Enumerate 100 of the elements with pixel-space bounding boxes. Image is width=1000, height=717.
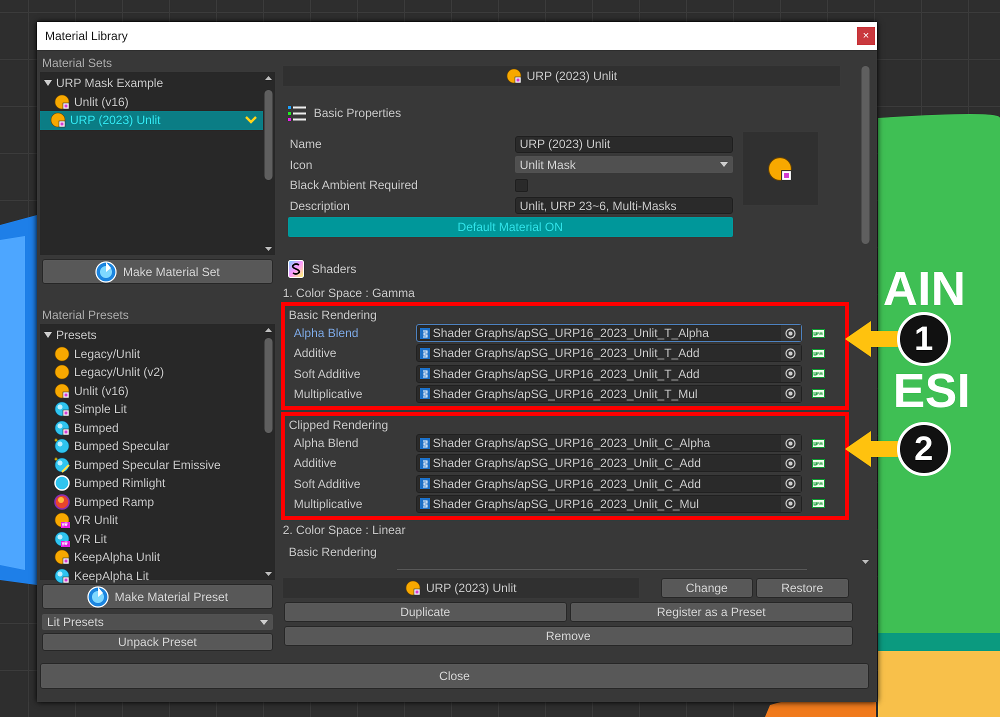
object-picker-icon[interactable]: [785, 478, 796, 490]
shader-graph-icon[interactable]: [812, 348, 825, 358]
shader-file-icon: [420, 478, 430, 490]
shader-field[interactable]: Shader Graphs/apSG_URP16_2023_Unlit_T_Add: [416, 344, 802, 362]
shader-file-icon: [420, 328, 430, 339]
dropdown[interactable]: Lit Presets: [42, 614, 273, 630]
canvas-title-text: ESI: [893, 368, 970, 416]
tree-item[interactable]: Unlit (v16): [44, 382, 275, 400]
section-title: Basic Properties: [314, 105, 402, 122]
tree-group-label[interactable]: Presets: [56, 326, 97, 344]
section-label: Material Presets: [42, 307, 129, 324]
shader-graph-icon[interactable]: [812, 389, 825, 398]
action-button[interactable]: Remove: [284, 626, 853, 646]
shader-field[interactable]: Shader Graphs/apSG_URP16_2023_Unlit_T_Mul: [416, 384, 802, 403]
object-picker-icon[interactable]: [785, 438, 796, 449]
action-button[interactable]: Duplicate: [284, 602, 567, 622]
shader-graph-icon[interactable]: [812, 499, 825, 508]
dropdown[interactable]: Unlit Mask: [514, 156, 733, 174]
field-label: Black Ambient Required: [288, 177, 419, 194]
material-icon: [54, 94, 70, 110]
action-button[interactable]: Change: [660, 578, 753, 598]
canvas-title-text: AIN: [883, 266, 966, 314]
expand-arrow-icon[interactable]: [44, 79, 52, 88]
make-button[interactable]: Make Material Preset: [42, 584, 273, 609]
material-icon: [54, 420, 70, 436]
shader-file-icon: [420, 438, 430, 449]
group-title: Clipped Rendering: [288, 416, 388, 434]
action-button[interactable]: Register as a Preset: [570, 602, 853, 622]
tree-item[interactable]: Bumped Ramp: [44, 492, 275, 511]
shader-file-icon: [420, 388, 430, 400]
color-space-title: 1. Color Space : Gamma: [282, 285, 415, 302]
close-dialog-button[interactable]: Close: [40, 663, 869, 689]
tree-item[interactable]: Bumped Specular: [44, 437, 275, 456]
shader-label: Multiplicative: [292, 496, 364, 513]
object-picker-icon[interactable]: [785, 348, 796, 359]
shader-label: Soft Additive: [292, 476, 362, 493]
group-title: Basic Rendering: [288, 544, 377, 560]
window-title: Material Library: [45, 28, 128, 45]
callout-arrow: [844, 319, 901, 359]
caret-icon: [720, 162, 728, 168]
shader-label: Multiplicative: [292, 386, 364, 403]
tree-item[interactable]: Unlit (v16): [44, 92, 275, 111]
color-space-title: 2. Color Space : Linear: [282, 522, 406, 539]
tree-item[interactable]: KeepAlpha Lit: [44, 566, 275, 585]
text-field[interactable]: Unlit, URP 23~6, Multi-Masks: [514, 197, 733, 214]
unpack-button[interactable]: Unpack Preset: [42, 633, 273, 651]
tree-item[interactable]: KeepAlpha Unlit: [44, 548, 275, 566]
section-label: Material Sets: [42, 55, 112, 72]
checkbox[interactable]: [514, 178, 528, 192]
tree-item[interactable]: Simple Lit: [44, 400, 275, 418]
field-label: Description: [288, 198, 351, 215]
object-picker-icon[interactable]: [785, 328, 796, 339]
object-picker-icon[interactable]: [785, 498, 796, 510]
object-picker-icon[interactable]: [785, 368, 796, 380]
selection-title: URP (2023) Unlit: [426, 580, 516, 597]
shader-field[interactable]: Shader Graphs/apSG_URP16_2023_Unlit_T_Alpha: [416, 324, 802, 342]
shader-field[interactable]: Shader Graphs/apSG_URP16_2023_Unlit_C_Add: [416, 454, 802, 472]
shader-graph-icon[interactable]: [812, 328, 825, 338]
shader-file-icon: [420, 348, 430, 359]
tree-item[interactable]: VR Lit: [44, 530, 275, 548]
make-button[interactable]: Make Material Set: [42, 259, 273, 284]
material-icon: [54, 549, 70, 566]
tree-item[interactable]: Bumped Rimlight: [44, 474, 275, 492]
shader-field[interactable]: Shader Graphs/apSG_URP16_2023_Unlit_T_Add: [416, 364, 802, 383]
material-icon: [54, 456, 70, 473]
sphere-icon: [95, 260, 117, 282]
tree-item[interactable]: Bumped Specular Emissive: [44, 456, 275, 474]
object-picker-icon[interactable]: [785, 388, 796, 400]
material-icon: [54, 364, 70, 380]
shader-file-icon: [420, 458, 430, 469]
expand-arrow-icon[interactable]: [44, 331, 52, 340]
header-title: URP (2023) Unlit: [526, 68, 618, 85]
tree-item[interactable]: Legacy/Unlit: [44, 344, 275, 363]
close-button[interactable]: ×: [857, 27, 875, 45]
material-icon: [54, 382, 70, 399]
group-title: Basic Rendering: [288, 306, 377, 324]
material-icon: [54, 530, 70, 547]
tree-item[interactable]: VR Unlit: [44, 511, 275, 530]
section-title: Shaders: [312, 261, 356, 278]
shader-label: Additive: [292, 345, 338, 362]
field-label: Name: [288, 136, 323, 154]
shader-file-icon: [420, 368, 430, 380]
shader-field[interactable]: Shader Graphs/apSG_URP16_2023_Unlit_C_Mul: [416, 494, 802, 513]
material-icon: [54, 494, 70, 510]
field-label: Icon: [288, 156, 314, 174]
tree-item[interactable]: Bumped: [44, 418, 275, 437]
shader-graph-icon[interactable]: [812, 438, 825, 448]
tree-item[interactable]: Legacy/Unlit (v2): [44, 363, 275, 382]
shader-graph-icon[interactable]: [812, 479, 825, 488]
shader-graph-icon[interactable]: [812, 369, 825, 378]
material-icon: [54, 512, 70, 528]
object-picker-icon[interactable]: [785, 458, 796, 469]
shader-field[interactable]: Shader Graphs/apSG_URP16_2023_Unlit_C_Alpha: [416, 434, 802, 452]
tree-group-label[interactable]: URP Mask Example: [56, 74, 164, 92]
material-icon: [54, 401, 70, 418]
action-button[interactable]: Restore: [756, 578, 849, 598]
material-icon: [54, 475, 70, 492]
shader-field[interactable]: Shader Graphs/apSG_URP16_2023_Unlit_C_Add: [416, 474, 802, 493]
shader-graph-icon[interactable]: [812, 458, 825, 468]
text-field[interactable]: URP (2023) Unlit: [514, 136, 733, 153]
